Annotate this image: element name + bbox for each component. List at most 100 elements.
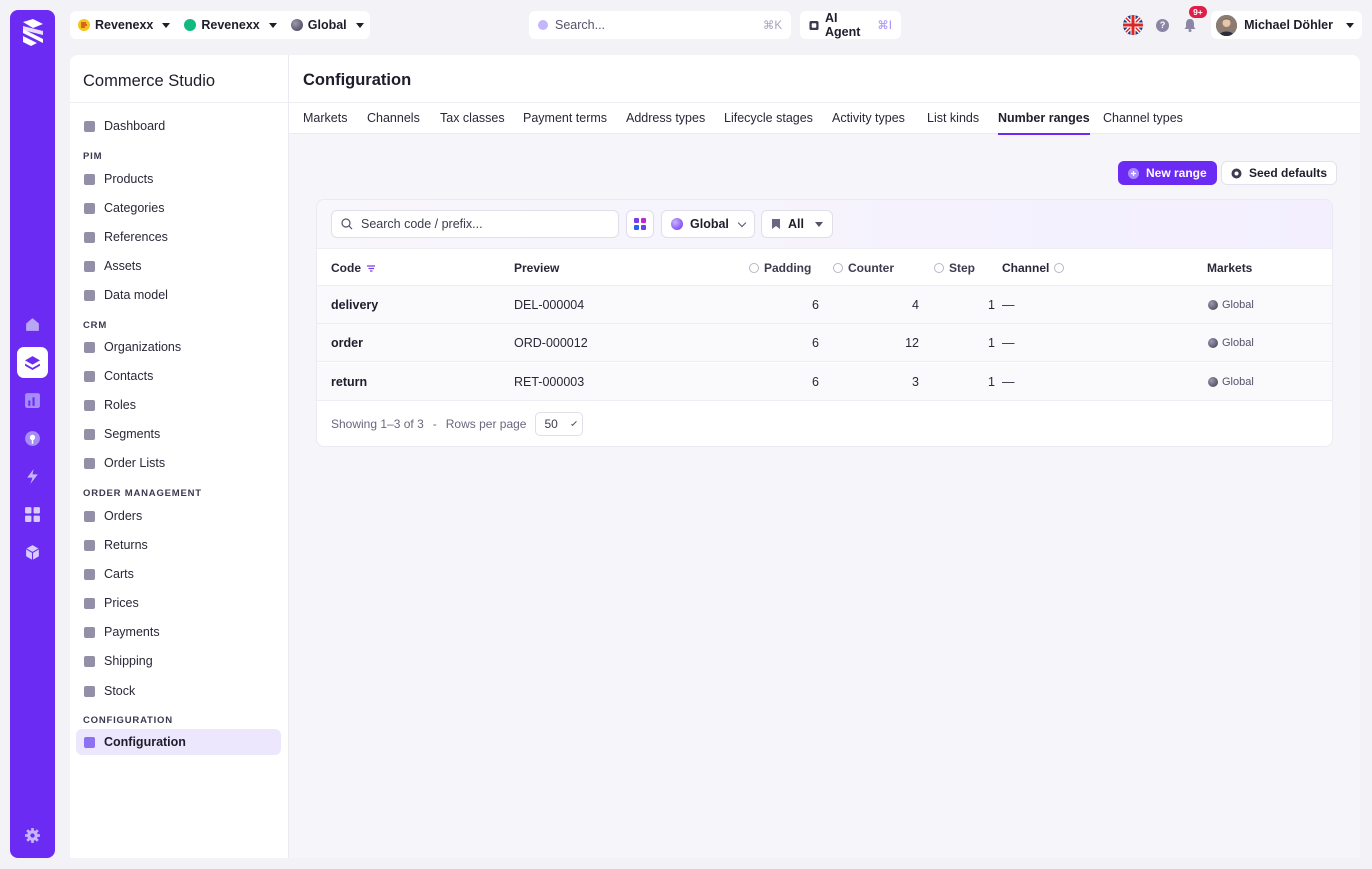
row-markets: Global bbox=[1208, 376, 1254, 388]
column-header-channel: Channel bbox=[1002, 261, 1065, 275]
sidebar-item-label: Shipping bbox=[104, 654, 153, 668]
column-header-counter: Counter bbox=[833, 261, 894, 275]
sidebar-item-products[interactable]: Products bbox=[76, 166, 281, 192]
tab-tax-classes[interactable]: Tax classes bbox=[440, 111, 505, 133]
table-row[interactable]: delivery DEL-000004 6 4 1 — Global bbox=[317, 286, 1332, 324]
search-icon bbox=[341, 218, 353, 230]
info-icon bbox=[1054, 263, 1065, 273]
code-search-input[interactable]: Search code / prefix... bbox=[331, 210, 619, 238]
notifications-badge: 9+ bbox=[1189, 6, 1207, 18]
status-filter-select[interactable]: All bbox=[761, 210, 833, 238]
org-selector[interactable]: Revenexx bbox=[78, 18, 171, 32]
notifications-bell-icon[interactable]: 9+ bbox=[1182, 6, 1207, 33]
sidebar-item-data-model[interactable]: Data model bbox=[76, 282, 281, 308]
sidebar-item-categories[interactable]: Categories bbox=[76, 195, 281, 221]
tag-icon bbox=[84, 597, 95, 609]
chevron-down-icon bbox=[355, 22, 364, 28]
status-filter-value: All bbox=[788, 217, 804, 231]
row-step: 1 bbox=[988, 375, 995, 389]
rail-commerce-icon[interactable] bbox=[17, 347, 48, 378]
rail-settings-gear-icon[interactable] bbox=[17, 820, 48, 851]
rail-apps-icon[interactable] bbox=[17, 499, 48, 530]
seed-defaults-button[interactable]: Seed defaults bbox=[1221, 161, 1338, 185]
globe-icon bbox=[1208, 377, 1218, 387]
app-rail bbox=[10, 10, 55, 858]
sidebar-item-orders[interactable]: Orders bbox=[76, 503, 281, 529]
sidebar-item-payments[interactable]: Payments bbox=[76, 619, 281, 645]
globe-icon bbox=[1208, 300, 1218, 310]
seed-defaults-label: Seed defaults bbox=[1249, 166, 1328, 180]
rail-automation-icon[interactable] bbox=[17, 461, 48, 492]
tab-number-ranges[interactable]: Number ranges bbox=[998, 111, 1090, 135]
package-icon bbox=[84, 510, 95, 522]
sidebar-item-references[interactable]: References bbox=[76, 224, 281, 250]
tab-activity-types[interactable]: Activity types bbox=[832, 111, 905, 133]
sidebar-item-label: Contacts bbox=[104, 369, 154, 383]
view-toggle-grid-icon[interactable] bbox=[626, 210, 654, 238]
rows-per-page-select[interactable]: 50 bbox=[535, 412, 584, 436]
bookmark-icon bbox=[772, 219, 780, 229]
top-bar-right: ? 9+ Michael Döhler bbox=[1123, 6, 1362, 39]
section-heading-crm: CRM bbox=[83, 320, 108, 331]
row-markets-label: Global bbox=[1222, 376, 1254, 388]
scope-filter-select[interactable]: Global bbox=[661, 210, 755, 238]
ai-agent-shortcut: ⌘I bbox=[877, 20, 892, 32]
building-icon bbox=[84, 341, 95, 353]
rail-analytics-icon[interactable] bbox=[17, 385, 48, 416]
sidebar-item-configuration[interactable]: Configuration bbox=[76, 729, 281, 755]
row-code: return bbox=[331, 375, 368, 389]
rail-cube-icon[interactable] bbox=[17, 537, 48, 568]
sidebar-item-stock[interactable]: Stock bbox=[76, 678, 281, 704]
sidebar-item-returns[interactable]: Returns bbox=[76, 532, 281, 558]
rows-per-page-label: Rows per page bbox=[445, 417, 527, 431]
user-menu[interactable]: Michael Döhler bbox=[1211, 11, 1362, 39]
tab-markets[interactable]: Markets bbox=[303, 111, 347, 133]
rail-location-icon[interactable] bbox=[17, 423, 48, 454]
sidebar-item-segments[interactable]: Segments bbox=[76, 421, 281, 447]
sidebar-item-dashboard[interactable]: Dashboard bbox=[76, 113, 281, 139]
return-arrow-icon bbox=[84, 539, 95, 551]
table-row[interactable]: order ORD-000012 6 12 1 — Global bbox=[317, 324, 1332, 362]
global-search-placeholder: Search... bbox=[555, 18, 606, 32]
tab-channel-types[interactable]: Channel types bbox=[1103, 111, 1183, 133]
sidebar-item-roles[interactable]: Roles bbox=[76, 392, 281, 418]
bookmark-icon bbox=[84, 457, 95, 469]
global-search[interactable]: Search... ⌘K bbox=[529, 11, 791, 39]
tab-lifecycle-stages[interactable]: Lifecycle stages bbox=[724, 111, 813, 133]
column-header-padding: Padding bbox=[749, 261, 811, 275]
sidebar-item-carts[interactable]: Carts bbox=[76, 561, 281, 587]
sort-icon[interactable] bbox=[366, 264, 376, 273]
rail-home-icon[interactable] bbox=[17, 309, 48, 340]
tab-address-types[interactable]: Address types bbox=[626, 111, 705, 133]
sidebar-item-assets[interactable]: Assets bbox=[76, 253, 281, 279]
tab-list-kinds[interactable]: List kinds bbox=[927, 111, 979, 133]
number-ranges-table-card: Search code / prefix... Global All Code … bbox=[316, 199, 1333, 447]
help-icon[interactable]: ? bbox=[1156, 18, 1170, 32]
tab-channels[interactable]: Channels bbox=[367, 111, 420, 133]
sidebar-item-shipping[interactable]: Shipping bbox=[76, 648, 281, 674]
ai-agent-button[interactable]: AI Agent ⌘I bbox=[800, 11, 901, 39]
scope-selector[interactable]: Global bbox=[290, 18, 364, 32]
shield-icon bbox=[84, 399, 95, 411]
table-header: Code Preview Padding Counter Step Channe… bbox=[317, 248, 1332, 286]
search-icon bbox=[538, 20, 548, 30]
chevron-down-icon bbox=[162, 22, 171, 28]
column-header-code[interactable]: Code bbox=[331, 261, 376, 275]
store-selector[interactable]: Revenexx bbox=[184, 18, 277, 32]
sidebar-item-prices[interactable]: Prices bbox=[76, 590, 281, 616]
new-range-button[interactable]: New range bbox=[1118, 161, 1217, 185]
language-uk-flag-icon[interactable] bbox=[1123, 15, 1144, 35]
sidebar-item-organizations[interactable]: Organizations bbox=[76, 334, 281, 360]
scope-filter-value: Global bbox=[690, 217, 729, 231]
page-header: Configuration bbox=[289, 55, 1360, 102]
table-row[interactable]: return RET-000003 6 3 1 — Global bbox=[317, 363, 1332, 401]
sidebar-item-label: Stock bbox=[104, 684, 136, 698]
tab-payment-terms[interactable]: Payment terms bbox=[523, 111, 607, 133]
grid-icon bbox=[84, 289, 95, 301]
truck-icon bbox=[84, 655, 95, 667]
sidebar-item-order-lists[interactable]: Order Lists bbox=[76, 450, 281, 476]
sidebar-item-contacts[interactable]: Contacts bbox=[76, 363, 281, 389]
row-padding: 6 bbox=[812, 336, 819, 350]
app-logo-icon[interactable] bbox=[19, 18, 47, 48]
dashboard-icon bbox=[84, 120, 95, 132]
